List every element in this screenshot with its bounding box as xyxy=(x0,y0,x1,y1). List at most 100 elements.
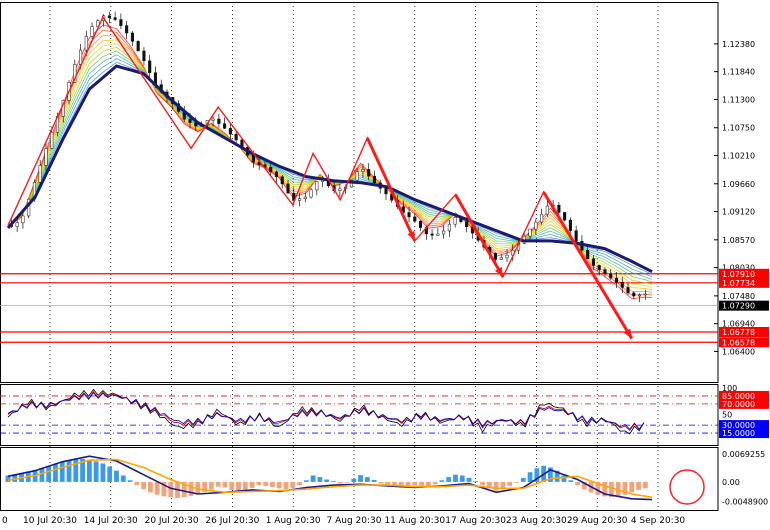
macd-histogram-bar[interactable] xyxy=(514,481,519,483)
macd-histogram-bar[interactable] xyxy=(127,480,133,482)
macd-histogram-bar[interactable] xyxy=(371,479,377,482)
candlestick[interactable] xyxy=(540,208,544,225)
macd-histogram-bar[interactable] xyxy=(100,463,106,482)
macd-histogram-bar[interactable] xyxy=(642,481,648,489)
macd-histogram-bar[interactable] xyxy=(568,480,574,482)
macd-histogram-bar[interactable] xyxy=(378,481,384,484)
macd-histogram-bar[interactable] xyxy=(276,481,282,489)
macd-histogram-bar[interactable] xyxy=(303,480,309,482)
macd-histogram-bar[interactable] xyxy=(39,467,45,482)
macd-histogram-bar[interactable] xyxy=(575,481,580,486)
macd-histogram-bar[interactable] xyxy=(168,481,174,498)
macd-histogram-bar[interactable] xyxy=(331,481,336,482)
macd-histogram-bar[interactable] xyxy=(107,466,113,482)
macd-histogram-bar[interactable] xyxy=(256,481,262,486)
osc-series-line[interactable] xyxy=(7,390,645,431)
macd-histogram-bar[interactable] xyxy=(147,481,153,493)
macd-histogram-bar[interactable] xyxy=(446,477,452,482)
candlestick[interactable] xyxy=(419,220,423,232)
macd-histogram-bar[interactable] xyxy=(53,463,58,482)
macd-histogram-bar[interactable] xyxy=(229,481,235,490)
macd-histogram-bar[interactable] xyxy=(59,461,65,482)
macd-histogram-bar[interactable] xyxy=(290,481,296,488)
candlestick[interactable] xyxy=(442,225,446,239)
macd-histogram-bar[interactable] xyxy=(134,481,140,486)
macd-histogram-bar[interactable] xyxy=(636,481,641,490)
candlestick[interactable] xyxy=(274,170,279,183)
candlestick[interactable] xyxy=(136,40,140,52)
osc-series-line[interactable] xyxy=(7,391,645,430)
candlestick[interactable] xyxy=(436,227,440,236)
macd-histogram-bar[interactable] xyxy=(459,475,465,482)
macd-histogram-bar[interactable] xyxy=(473,481,479,482)
candlestick[interactable] xyxy=(430,229,434,240)
macd-histogram-bar[interactable] xyxy=(358,475,363,482)
macd-histogram-bar[interactable] xyxy=(297,481,302,486)
candlestick[interactable] xyxy=(130,30,134,46)
macd-histogram-bar[interactable] xyxy=(188,481,194,496)
macd-histogram-bar[interactable] xyxy=(527,472,533,482)
candlestick[interactable] xyxy=(563,212,567,222)
candlestick[interactable] xyxy=(338,183,342,197)
macd-histogram-bar[interactable] xyxy=(425,481,431,487)
price-panel[interactable] xyxy=(0,11,718,343)
macd-histogram-bar[interactable] xyxy=(86,459,92,482)
macd-histogram-bar[interactable] xyxy=(412,481,418,486)
candlestick[interactable] xyxy=(372,170,377,184)
macd-histogram-bar[interactable] xyxy=(520,477,526,482)
macd-histogram-bar[interactable] xyxy=(114,470,119,482)
candlestick[interactable] xyxy=(223,117,227,130)
macd-histogram-bar[interactable] xyxy=(493,481,499,491)
macd-histogram-bar[interactable] xyxy=(283,481,289,490)
macd-histogram-bar[interactable] xyxy=(141,481,146,490)
macd-histogram-bar[interactable] xyxy=(507,481,513,486)
macd-histogram-bar[interactable] xyxy=(344,481,350,483)
slow-moving-average[interactable] xyxy=(6,64,653,274)
macd-histogram-bar[interactable] xyxy=(317,477,323,482)
macd-histogram-bar[interactable] xyxy=(432,481,438,485)
macd-histogram-bar[interactable] xyxy=(263,481,269,486)
candlestick[interactable] xyxy=(119,13,123,30)
candlestick[interactable] xyxy=(142,47,146,66)
macd-histogram-bar[interactable] xyxy=(66,460,72,482)
macd-histogram-bar[interactable] xyxy=(154,481,160,495)
candlestick[interactable] xyxy=(217,113,221,128)
candlestick[interactable] xyxy=(309,187,313,199)
macd-histogram-bar[interactable] xyxy=(242,481,248,491)
macd-histogram-bar[interactable] xyxy=(93,461,99,482)
macd-histogram-bar[interactable] xyxy=(364,477,370,482)
macd-histogram-bar[interactable] xyxy=(439,480,445,482)
macd-histogram-bar[interactable] xyxy=(337,481,343,484)
macd-histogram-bar[interactable] xyxy=(310,475,316,482)
candlestick[interactable] xyxy=(113,11,117,22)
candlestick[interactable] xyxy=(568,217,572,235)
candlestick[interactable] xyxy=(107,11,111,24)
macd-histogram-bar[interactable] xyxy=(561,475,567,482)
macd-histogram-bar[interactable] xyxy=(480,481,485,486)
macd-panel[interactable] xyxy=(5,455,705,505)
macd-histogram-bar[interactable] xyxy=(270,481,275,488)
macd-histogram-bar[interactable] xyxy=(215,481,221,487)
candlestick[interactable] xyxy=(148,55,152,79)
macd-histogram-bar[interactable] xyxy=(46,465,52,482)
macd-histogram-bar[interactable] xyxy=(351,478,357,482)
oscillator-panel[interactable] xyxy=(0,388,718,435)
candlestick[interactable] xyxy=(609,269,613,280)
macd-histogram-bar[interactable] xyxy=(324,479,330,482)
candlestick[interactable] xyxy=(280,175,284,189)
macd-histogram-bar[interactable] xyxy=(209,481,214,490)
candlestick[interactable] xyxy=(90,22,94,40)
x-tick-label: 20 Jul 20:30 xyxy=(145,516,199,526)
macd-histogram-bar[interactable] xyxy=(453,474,458,482)
candlestick[interactable] xyxy=(315,180,319,196)
macd-histogram-bar[interactable] xyxy=(249,481,255,488)
macd-histogram-bar[interactable] xyxy=(120,475,126,482)
candlestick[interactable] xyxy=(453,215,457,228)
macd-histogram-bar[interactable] xyxy=(222,481,228,488)
macd-histogram-bar[interactable] xyxy=(419,481,424,486)
candlestick[interactable] xyxy=(447,219,451,238)
macd-histogram-bar[interactable] xyxy=(629,481,635,493)
candlestick[interactable] xyxy=(125,20,129,40)
candlestick[interactable] xyxy=(384,188,388,200)
macd-histogram-bar[interactable] xyxy=(466,477,472,482)
